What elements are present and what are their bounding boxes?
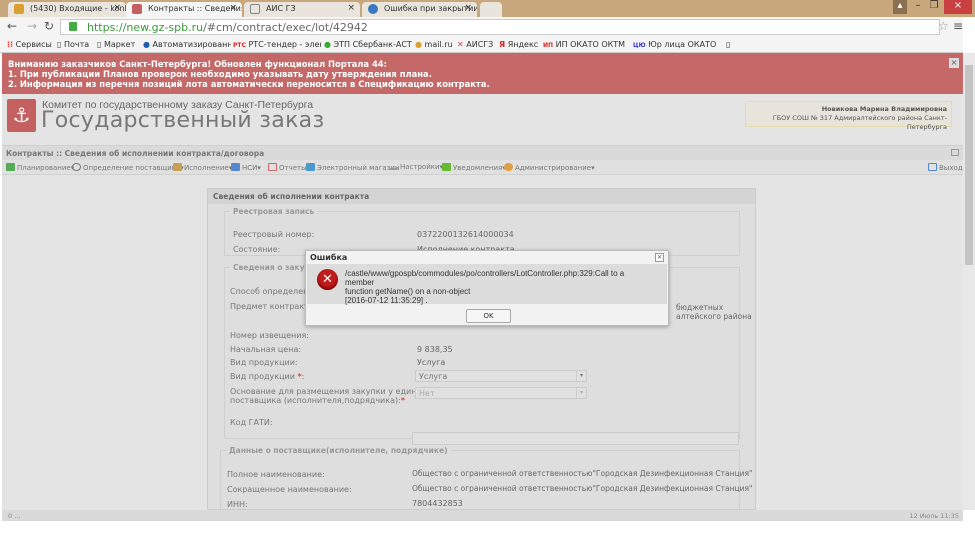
chevron-down-icon: ▾ [576,371,586,381]
menu-planning[interactable]: Планирование▾ [6,163,74,172]
user-info: Новикова Марина Владимировна ГБОУ СОШ № … [745,101,952,131]
bookmark-ip-okato[interactable]: ИП ИП ОКАТО ОКТМО [543,40,625,49]
bookmark-mailru[interactable]: ● mail.ru [415,40,453,49]
bookmark-rts[interactable]: РТС РТС-тендер - электро [233,40,321,49]
forward-icon[interactable]: → [27,19,37,33]
main-menu: Планирование▾ Определение поставщика▾ Ис… [2,160,963,175]
bookmarks-bar: ⁝⁝ Сервисы ▯ Почта ▯ Маркет ● Автоматизи… [0,37,963,53]
bookmark-mail[interactable]: ▯ Почта [57,40,89,49]
new-tab-button[interactable] [480,2,502,17]
menu-notifications[interactable]: Уведомления▾ [442,163,506,172]
menu-eshop[interactable]: Электронный магазин [306,163,400,172]
bookmark-services[interactable]: ⁝⁝ Сервисы [7,40,52,49]
close-tab-icon[interactable]: × [229,3,237,13]
scrollbar[interactable] [963,53,975,510]
close-tab-icon[interactable]: × [347,3,355,13]
tab-error[interactable]: Ошибка при закрытии ко× [362,2,477,17]
logout-button[interactable]: Выход [928,163,963,172]
menu-administration[interactable]: Администрирование▾ [504,163,595,172]
profile-icon[interactable]: ▴ [893,0,907,14]
menu-settings[interactable]: Настройки▾ [389,163,443,171]
tab-inbox[interactable]: (5430) Входящие - konkurs× [8,2,126,17]
bookmark-yandex[interactable]: Я Яндекс [499,40,538,49]
error-message: /castle/www/gpospb/commodules/po/control… [345,269,625,305]
gati-code-input[interactable] [412,432,739,445]
site-icon [132,4,142,14]
contract-execution-panel: Сведения об исполнении контракта Реестро… [207,188,756,516]
ok-button[interactable]: OK [466,309,511,323]
dialog-close-icon[interactable]: × [655,253,664,262]
dialog-title: Ошибка [310,253,348,262]
close-tab-icon[interactable]: × [113,3,121,13]
menu-icon[interactable]: ≡ [953,19,963,33]
breadcrumb: Контракты :: Сведения об исполнении конт… [2,145,963,160]
header-title: Государственный заказ [41,108,325,133]
minimize-button[interactable]: – [912,0,924,14]
reload-icon[interactable]: ↻ [44,19,54,33]
menu-supplier[interactable]: Определение поставщика▾ [72,163,184,172]
close-window-button[interactable]: × [944,0,972,14]
tab-ais-gz[interactable]: АИС ГЗ × [244,2,360,17]
bookmark-auto[interactable]: ● Автоматизированная [143,40,231,49]
close-tab-icon[interactable]: × [464,3,472,13]
restore-button[interactable]: ❐ [928,0,940,14]
chevron-down-icon: ▾ [576,388,586,398]
globe-icon [368,4,378,14]
panel-title: Сведения об исполнении контракта [208,189,755,204]
dialog-body: ✕ /castle/www/gpospb/commodules/po/contr… [307,264,667,305]
status-bar: 0 ... 12 Июль 11:35 [2,510,963,521]
registry-fieldset: Реестровая запись Реестровый номер: 0372… [224,207,740,256]
banner-close-icon[interactable]: × [949,58,959,68]
product-type-select[interactable]: Услуга ▾ [415,370,587,382]
spb-emblem-logo: ⚓ [7,99,36,132]
page-icon [250,4,260,14]
bookmark-aisgz[interactable]: ✕ АИСГЗ [457,40,493,49]
error-dialog: Ошибка × ✕ /castle/www/gpospb/commodules… [305,250,669,326]
single-supplier-basis-select[interactable]: Нет ▾ [415,387,587,399]
notice-banner: Вниманию заказчиков Санкт-Петербурга! Об… [2,53,963,94]
bookmark-sberbank[interactable]: ● ЭТП Сбербанк-АСТ | [324,40,412,49]
lock-icon [69,22,77,31]
supplier-fieldset: Данные о поставщике(исполнителе, подрядч… [220,446,752,516]
address-bar: ← → ↻ https://new.gz-spb.ru/#cm/contract… [0,17,963,37]
bookmark-market[interactable]: ▯ Маркет [97,40,135,49]
maximize-icon[interactable] [951,149,959,156]
bookmark-ul-okato[interactable]: ЦЮ Юр лица ОКАТО ОКТ [633,40,719,49]
menu-reports[interactable]: Отчеты [268,163,307,172]
browser-tab-bar: (5430) Входящие - konkurs× Контракты :: … [0,0,975,17]
menu-nsi[interactable]: НСИ▾ [231,163,261,172]
menu-execution[interactable]: Исполнение▾ [173,163,232,172]
bookmark-page-icon[interactable]: ▯ [726,40,730,49]
tab-contracts[interactable]: Контракты :: Сведения об× [126,2,242,17]
mail-icon [14,4,24,14]
error-icon: ✕ [317,269,338,290]
url-input[interactable]: https://new.gz-spb.ru/#cm/contract/exec/… [60,19,940,35]
star-icon[interactable]: ☆ [938,19,949,33]
back-icon[interactable]: ← [7,19,17,33]
